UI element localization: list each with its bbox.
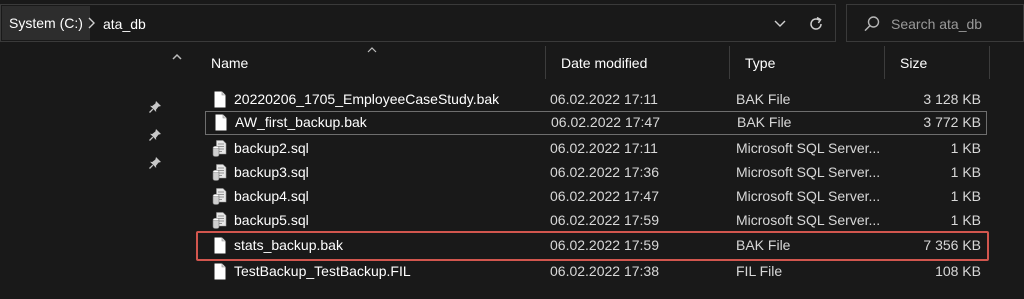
column-header-row: Name Date modified Type Size (196, 46, 992, 79)
scroll-up-arrow-icon[interactable] (170, 52, 184, 62)
navigation-pane[interactable] (0, 46, 188, 299)
pin-icon[interactable] (148, 128, 162, 142)
document-icon (215, 114, 227, 131)
file-type: BAK File (737, 114, 792, 130)
file-date: 06.02.2022 17:47 (551, 114, 660, 130)
breadcrumb-root[interactable]: System (C:) (2, 6, 90, 40)
file-size: 3 772 KB (923, 114, 981, 130)
file-date: 06.02.2022 17:47 (550, 188, 659, 204)
file-type: BAK File (736, 237, 791, 253)
file-type: BAK File (736, 91, 791, 107)
column-header-name[interactable]: Name (196, 46, 545, 79)
file-row[interactable]: backup2.sql 06.02.2022 17:11 Microsoft S… (205, 137, 987, 159)
file-date: 06.02.2022 17:11 (550, 91, 658, 107)
address-bar[interactable]: System (C:) ata_db (0, 4, 836, 42)
file-type: Microsoft SQL Server... (736, 188, 881, 204)
file-size: 1 KB (950, 188, 981, 204)
column-divider[interactable] (989, 46, 990, 79)
file-name: backup3.sql (234, 164, 309, 180)
file-name: AW_first_backup.bak (235, 114, 367, 130)
file-name: backup5.sql (234, 212, 309, 228)
breadcrumb-current[interactable]: ata_db (103, 5, 146, 43)
document-icon (214, 237, 226, 254)
chevron-down-icon[interactable] (773, 18, 787, 30)
sql-script-icon (212, 164, 227, 181)
search-icon (864, 16, 880, 32)
address-toolbar: System (C:) ata_db (0, 0, 1024, 46)
file-type: Microsoft SQL Server... (736, 212, 881, 228)
file-row[interactable]: backup4.sql 06.02.2022 17:47 Microsoft S… (205, 185, 987, 207)
pin-icon[interactable] (148, 156, 162, 170)
column-header-size[interactable]: Size (885, 46, 989, 79)
file-date: 06.02.2022 17:38 (550, 263, 659, 279)
file-date: 06.02.2022 17:36 (550, 164, 659, 180)
file-size: 108 KB (935, 263, 981, 279)
sql-script-icon (212, 212, 227, 229)
chevron-right-icon[interactable] (85, 16, 97, 30)
file-type: Microsoft SQL Server... (736, 164, 881, 180)
file-type: Microsoft SQL Server... (736, 140, 881, 156)
file-row[interactable]: AW_first_backup.bak 06.02.2022 17:47 BAK… (205, 111, 987, 135)
document-icon (214, 91, 226, 108)
file-date: 06.02.2022 17:59 (550, 237, 659, 253)
file-date: 06.02.2022 17:11 (550, 140, 658, 156)
column-header-date[interactable]: Date modified (546, 46, 729, 79)
file-name: 20220206_1705_EmployeeCaseStudy.bak (234, 91, 500, 107)
file-size: 3 128 KB (923, 91, 981, 107)
document-icon (214, 263, 226, 280)
file-row[interactable]: backup3.sql 06.02.2022 17:36 Microsoft S… (205, 161, 987, 183)
refresh-icon[interactable] (807, 15, 825, 33)
file-name: backup4.sql (234, 188, 309, 204)
file-size: 1 KB (950, 212, 981, 228)
file-row[interactable]: stats_backup.bak 06.02.2022 17:59 BAK Fi… (205, 234, 987, 256)
file-row[interactable]: 20220206_1705_EmployeeCaseStudy.bak 06.0… (205, 88, 987, 110)
sql-script-icon (212, 188, 227, 205)
file-row[interactable]: TestBackup_TestBackup.FIL 06.02.2022 17:… (205, 260, 987, 282)
pin-icon[interactable] (148, 100, 162, 114)
file-size: 7 356 KB (923, 237, 981, 253)
file-row[interactable]: backup5.sql 06.02.2022 17:59 Microsoft S… (205, 209, 987, 231)
file-name: stats_backup.bak (234, 237, 343, 253)
file-date: 06.02.2022 17:59 (550, 212, 659, 228)
file-size: 1 KB (950, 164, 981, 180)
file-name: TestBackup_TestBackup.FIL (234, 263, 411, 279)
file-size: 1 KB (950, 140, 981, 156)
search-input[interactable] (891, 14, 1019, 34)
file-type: FIL File (736, 263, 783, 279)
search-box[interactable] (846, 4, 1024, 42)
file-name: backup2.sql (234, 140, 309, 156)
column-header-type[interactable]: Type (730, 46, 884, 79)
sql-script-icon (212, 140, 227, 157)
